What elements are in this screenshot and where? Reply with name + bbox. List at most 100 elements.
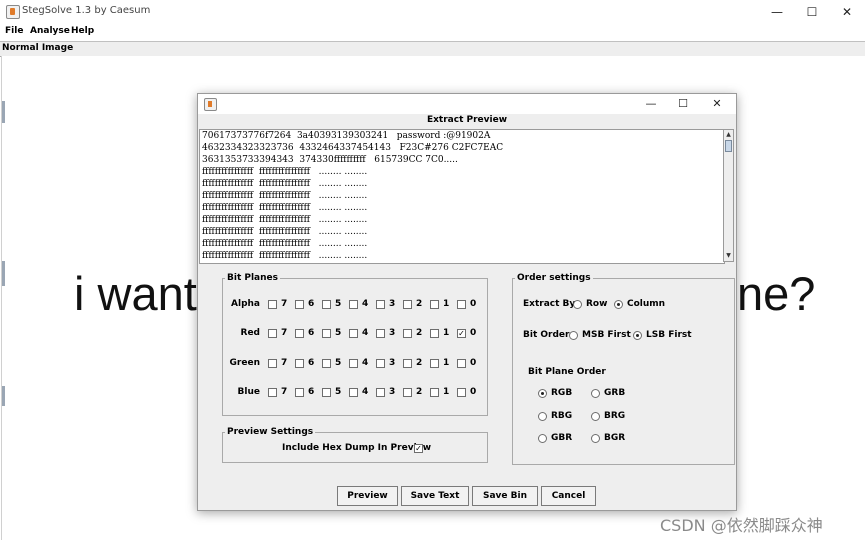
save-text-button[interactable]: Save Text [401,486,469,506]
bit-number-label: 4 [362,358,369,368]
bit-plane-checkbox[interactable] [322,359,331,368]
bit-plane-checkbox[interactable] [349,359,358,368]
preview-line: 4632334323323736 4332464337454143 F23C#2… [202,143,504,153]
bit-plane-checkbox[interactable] [295,300,304,309]
bit-plane-checkbox[interactable] [403,359,412,368]
bit-plane-checkbox[interactable] [349,388,358,397]
order-settings-legend: Order settings [517,273,591,283]
scroll-down-icon[interactable]: ▼ [725,252,732,260]
bit-plane-checkbox[interactable] [376,300,385,309]
preview-line: ffffffffffffffff ffffffffffffffff ......… [202,167,368,177]
bit-plane-checkbox[interactable]: ✓ [457,329,466,338]
preview-scrollbar[interactable]: ▲ ▼ [723,129,734,262]
bit-plane-order-label: Bit Plane Order [528,367,606,377]
dialog-close-button[interactable]: ✕ [702,95,732,113]
bit-plane-row-label: Blue [237,387,260,397]
menu-analyse[interactable]: Analyse [30,26,70,36]
scroll-thumb[interactable] [725,140,732,152]
main-titlebar: StegSolve 1.3 by Caesum — ☐ ✕ [0,0,865,24]
bit-plane-checkbox[interactable] [295,329,304,338]
bit-plane-checkbox[interactable] [376,329,385,338]
bit-plane-order-label-rbg: RBG [551,411,573,421]
dialog-minimize-button[interactable]: — [636,95,666,113]
minimize-button[interactable]: — [760,2,794,22]
bit-plane-row-label: Red [240,328,260,338]
cancel-button[interactable]: Cancel [541,486,596,506]
bit-number-label: 6 [308,387,315,397]
extract-by-column-radio[interactable] [614,300,623,309]
scroll-up-icon[interactable]: ▲ [725,131,732,139]
bit-plane-checkbox[interactable] [268,388,277,397]
extract-by-row-radio[interactable] [573,300,582,309]
bit-plane-checkbox[interactable] [430,359,439,368]
bit-number-label: 4 [362,387,369,397]
bit-plane-checkbox[interactable] [295,359,304,368]
bit-order-lsb-label: LSB First [646,330,692,340]
bit-plane-checkbox[interactable] [430,300,439,309]
bit-plane-checkbox[interactable] [322,388,331,397]
bit-number-label: 5 [335,387,342,397]
bit-number-label: 1 [443,387,450,397]
bit-plane-checkbox[interactable] [376,388,385,397]
background-text-left: i want [74,267,197,320]
bit-plane-order-radio-rbg[interactable] [538,412,547,421]
preview-button[interactable]: Preview [337,486,398,506]
preview-line: ffffffffffffffff ffffffffffffffff ......… [202,179,368,189]
bit-number-label: 6 [308,358,315,368]
bit-plane-checkbox[interactable] [322,300,331,309]
bit-order-lsb-radio[interactable] [633,331,642,340]
bit-order-msb-label: MSB First [582,330,631,340]
extract-by-row-label: Row [586,299,608,309]
hex-preview-textarea[interactable]: 70617373776f7264 3a40393139303241 passwo… [199,129,725,264]
edge-mark [2,386,5,406]
bit-plane-checkbox[interactable] [430,388,439,397]
close-button[interactable]: ✕ [830,2,864,22]
bit-plane-order-radio-gbr[interactable] [538,434,547,443]
frame-label: Normal Image [2,43,74,53]
bit-plane-checkbox[interactable] [403,388,412,397]
bit-plane-checkbox[interactable] [457,359,466,368]
bit-plane-order-radio-grb[interactable] [591,389,600,398]
bit-plane-checkbox[interactable] [457,388,466,397]
preview-line: ffffffffffffffff ffffffffffffffff ......… [202,227,368,237]
menu-help[interactable]: Help [71,26,94,36]
bit-plane-checkbox[interactable] [322,329,331,338]
bit-plane-checkbox[interactable] [268,359,277,368]
bit-number-label: 4 [362,328,369,338]
bit-plane-checkbox[interactable] [268,329,277,338]
bit-plane-order-radio-brg[interactable] [591,412,600,421]
dialog-heading: Extract Preview [426,115,508,125]
dialog-titlebar: — ☐ ✕ [198,94,736,114]
bit-plane-checkbox[interactable] [430,329,439,338]
bit-number-label: 5 [335,299,342,309]
preview-line: 3631353733394343 374330ffffffffff 615739… [202,155,458,165]
bit-plane-row-label: Green [229,358,260,368]
bit-plane-checkbox[interactable] [403,329,412,338]
menubar: File Analyse Help [0,24,865,41]
bit-plane-checkbox[interactable] [349,329,358,338]
bit-number-label: 6 [308,299,315,309]
bit-plane-checkbox[interactable] [295,388,304,397]
bit-plane-checkbox[interactable] [403,300,412,309]
bit-plane-order-label-gbr: GBR [551,433,573,443]
maximize-button[interactable]: ☐ [795,2,829,22]
bit-number-label: 0 [470,328,477,338]
bit-plane-checkbox[interactable] [376,359,385,368]
bit-planes-legend: Bit Planes [227,273,279,283]
bit-number-label: 0 [470,387,477,397]
bit-plane-order-radio-bgr[interactable] [591,434,600,443]
bit-number-label: 2 [416,387,423,397]
bit-plane-order-radio-rgb[interactable] [538,389,547,398]
menu-file[interactable]: File [5,26,23,36]
save-bin-button[interactable]: Save Bin [472,486,538,506]
bit-plane-order-label-rgb: RGB [551,388,573,398]
bit-plane-order-label-bgr: BGR [604,433,626,443]
bit-plane-checkbox[interactable] [457,300,466,309]
extract-by-column-label: Column [627,299,666,309]
bit-order-msb-radio[interactable] [569,331,578,340]
edge-mark [2,101,5,123]
bit-plane-checkbox[interactable] [268,300,277,309]
dialog-maximize-button[interactable]: ☐ [668,95,698,113]
hex-dump-checkbox[interactable]: ✓ [414,444,423,453]
bit-plane-checkbox[interactable] [349,300,358,309]
